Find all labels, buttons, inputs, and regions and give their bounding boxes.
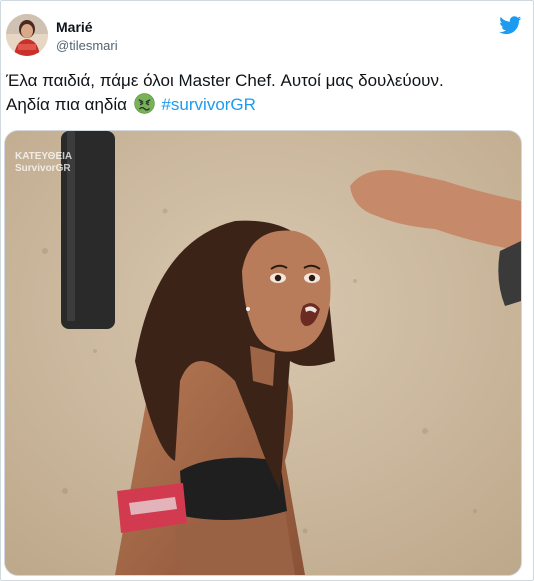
- avatar-image: [6, 14, 48, 56]
- media-watermark: ΚΑΤΕΥΘΕΙΑ SurvivorGR: [15, 151, 72, 175]
- author-handle[interactable]: @tilesmari: [56, 38, 118, 54]
- author-display-name[interactable]: Marié: [56, 19, 93, 35]
- tweet-text: Έλα παιδιά, πάμε όλοι Master Chef. Αυτοί…: [6, 69, 526, 117]
- tweet-text-line-1: Έλα παιδιά, πάμε όλοι Master Chef. Αυτοί…: [6, 71, 444, 90]
- hashtag-link[interactable]: #survivorGR: [161, 95, 255, 114]
- photo-image: [5, 131, 521, 575]
- watermark-line-1: ΚΑΤΕΥΘΕΙΑ: [15, 151, 73, 162]
- tweet-text-line-2: Αηδία πια αηδία #survivorGR: [6, 93, 526, 117]
- tweet-media-photo[interactable]: ΚΑΤΕΥΘΕΙΑ SurvivorGR: [4, 130, 522, 576]
- nauseated-face-emoji-icon: [134, 93, 155, 114]
- author-avatar[interactable]: [6, 14, 48, 56]
- tweet-card[interactable]: Marié @tilesmari Έλα παιδιά, πάμε όλοι M…: [0, 0, 534, 581]
- tweet-header: Marié @tilesmari: [1, 1, 533, 65]
- tweet-text-line-2-words: Αηδία πια αηδία: [6, 95, 127, 114]
- twitter-bird-icon[interactable]: [498, 14, 523, 36]
- watermark-line-2: SurvivorGR: [15, 163, 71, 174]
